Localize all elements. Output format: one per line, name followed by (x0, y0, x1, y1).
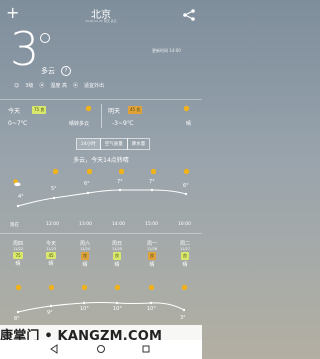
hourly-time: 16:00 (178, 222, 191, 227)
week-aqi-badge: 75 (13, 252, 23, 259)
sun-icon (114, 284, 121, 291)
week-high-temp: 10° (147, 306, 156, 312)
sun-icon (15, 284, 22, 291)
day-divider (101, 104, 102, 128)
current-extras: ☺ 3级 ⦿ 湿度 高 ⦿ 适宜外出 (14, 82, 105, 90)
week-high-temp: 10° (80, 306, 89, 312)
humidity-icon: ⦿ (39, 83, 45, 89)
hourly-temp: 5° (51, 186, 57, 192)
week-date: 11/24 (79, 247, 91, 251)
week-date: 11/26 (146, 247, 158, 251)
hourly-temp: 4° (18, 194, 24, 200)
hourly-time: 12:00 (46, 222, 59, 227)
week-day-name: 周六 (79, 241, 90, 247)
share-icon[interactable] (182, 8, 196, 22)
sun-icon (81, 284, 88, 291)
week-high-temp: 8° (14, 316, 20, 322)
sun-icon (183, 105, 190, 112)
sun-icon (150, 168, 157, 175)
sun-icon (86, 168, 93, 175)
week-desc: 晴 (82, 262, 88, 268)
forecast-tabs: 24小时 空气质量 降水量 (76, 138, 151, 150)
today-desc: 晴转多云 (69, 121, 90, 127)
week-day-name: 周一 (146, 241, 157, 247)
hourly-temp-chart (16, 188, 188, 208)
week-aqi-badge: 良 (181, 252, 189, 260)
week-day-name: 周二 (179, 241, 190, 247)
week-desc: 晴 (48, 261, 54, 267)
hourly-temp: 7° (117, 179, 123, 185)
week-day-name: 周日 (111, 241, 122, 247)
sun-icon (52, 168, 59, 175)
week-desc: 晴 (114, 262, 120, 268)
hourly-time: 14:00 (112, 222, 125, 227)
week-day[interactable]: 周四 11/22 75 晴 (5, 240, 31, 267)
update-time[interactable]: 更新时间 14:00 (152, 48, 181, 54)
week-day[interactable]: 周二 11/27 良 晴 (172, 240, 198, 268)
week-high-temp: 3° (180, 315, 186, 321)
today-aqi-badge: 75 良 (32, 106, 47, 114)
current-condition: 多云 (41, 67, 55, 75)
home-icon[interactable] (96, 344, 106, 354)
recents-icon[interactable] (141, 344, 151, 354)
week-high-temp: 10° (113, 306, 122, 312)
tomorrow-label: 明天 (108, 108, 121, 115)
hourly-time: 现在 (10, 223, 19, 228)
week-date: 11/25 (111, 247, 123, 251)
hourly-time: 15:00 (145, 222, 158, 227)
divider (0, 99, 202, 100)
week-day-name: 周四 (12, 241, 23, 247)
back-icon[interactable] (50, 344, 60, 354)
today-label: 今天 (8, 108, 21, 115)
sun-icon (148, 284, 155, 291)
tab-precipitation[interactable]: 降水量 (126, 138, 151, 150)
week-day[interactable]: 周日 11/25 良 晴 (104, 240, 130, 268)
degree-symbol-icon (40, 33, 50, 43)
sun-icon (183, 168, 190, 175)
week-aqi-badge: 良 (113, 252, 121, 260)
sun-icon (181, 284, 188, 291)
week-desc: 晴 (15, 261, 21, 267)
week-day[interactable]: 今天 11/23 45 晴 (38, 240, 64, 267)
today-range: 0~7℃ (8, 120, 28, 127)
week-day[interactable]: 周一 11/26 良 晴 (139, 240, 165, 268)
tab-24h[interactable]: 24小时 (76, 138, 101, 150)
tomorrow-desc: 晴 (186, 121, 192, 127)
week-date: 11/22 (12, 247, 24, 251)
humidity-text: 湿度 高 (50, 83, 68, 89)
sun-icon (48, 284, 55, 291)
tip-text: 适宜外出 (84, 83, 105, 89)
hourly-temp: 7° (149, 179, 155, 185)
divider (0, 233, 202, 234)
tab-air-quality[interactable]: 空气质量 (99, 138, 128, 150)
week-aqi-badge: 良 (81, 252, 89, 260)
week-date: 11/23 (45, 247, 57, 251)
tomorrow-range: -3~9℃ (112, 120, 134, 127)
week-day[interactable]: 周六 11/24 良 晴 (72, 240, 98, 268)
week-aqi-badge: 45 (46, 252, 56, 259)
info-icon[interactable]: ? (61, 66, 71, 76)
week-date: 11/27 (179, 247, 191, 251)
week-desc: 晴 (182, 262, 188, 268)
aqi-icon: ☺ (14, 82, 20, 89)
tomorrow-aqi-badge: 45 优 (128, 106, 143, 114)
week-aqi-badge: 良 (148, 252, 156, 260)
week-desc: 晴 (149, 262, 155, 268)
sun-icon (85, 105, 92, 112)
hourly-time: 13:00 (79, 222, 92, 227)
current-temperature: 3 (10, 22, 40, 76)
hourly-summary: 多云，今天14点转晴 (73, 157, 129, 164)
week-day-name: 今天 (45, 241, 56, 247)
aqi-text: 3级 (25, 83, 34, 89)
weekly-high-chart (16, 301, 186, 314)
week-high-temp: 9° (47, 310, 53, 316)
hourly-temp: 6° (183, 183, 189, 189)
tip-icon: ⦿ (73, 83, 79, 89)
sun-icon (118, 168, 125, 175)
hourly-temp: 6° (84, 181, 90, 187)
